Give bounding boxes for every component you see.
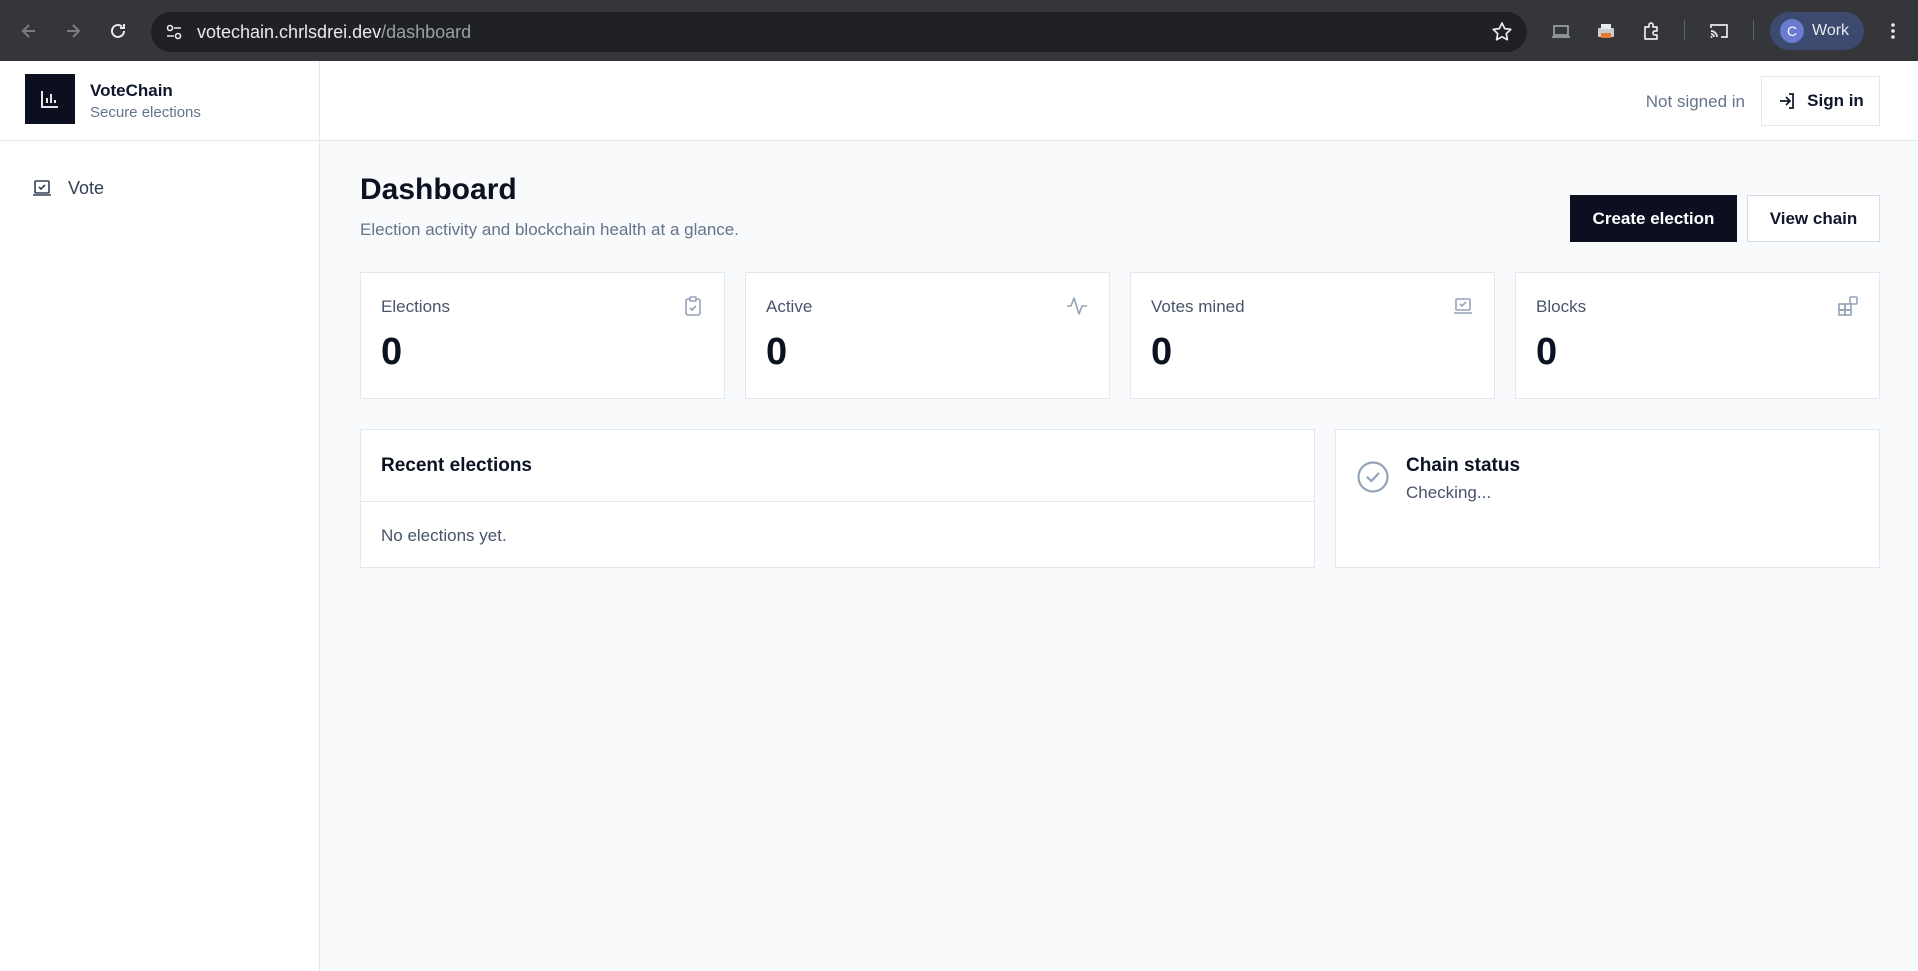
view-chain-button[interactable]: View chain: [1747, 195, 1880, 242]
profile-label: Work: [1812, 22, 1850, 39]
recent-elections-panel: Recent elections No elections yet.: [360, 429, 1315, 568]
device-icon[interactable]: [1543, 13, 1579, 49]
sign-in-button[interactable]: Sign in: [1761, 76, 1880, 126]
auth-status: Not signed in: [1645, 92, 1745, 111]
stat-card-active: Active 0: [745, 272, 1110, 399]
sidebar-item-label: Vote: [68, 177, 105, 198]
stat-value: 0: [1536, 331, 1558, 373]
create-election-button[interactable]: Create election: [1570, 195, 1737, 242]
page-title: Dashboard: [360, 173, 517, 206]
stat-label: Votes mined: [1151, 297, 1245, 316]
forward-icon[interactable]: [55, 13, 91, 49]
chain-status-text: Checking...: [1406, 483, 1492, 502]
empty-state-text: No elections yet.: [381, 526, 507, 545]
chain-status-panel: Chain status Checking...: [1335, 429, 1880, 568]
extensions-puzzle-icon[interactable]: [1634, 13, 1670, 49]
toolbar-divider: [1684, 20, 1685, 40]
stat-label: Blocks: [1536, 297, 1587, 316]
panel-header: Recent elections: [361, 430, 1314, 502]
profile-avatar: C: [1780, 19, 1804, 43]
stat-label: Active: [766, 297, 813, 316]
address-bar[interactable]: votechain.chrlsdrei.dev/dashboard: [151, 12, 1527, 52]
bookmark-star-icon[interactable]: [1491, 21, 1513, 48]
brand[interactable]: VoteChain Secure elections: [0, 61, 319, 141]
stat-value: 0: [381, 331, 403, 373]
stat-value: 0: [1151, 331, 1173, 373]
chain-status-title: Chain status: [1406, 455, 1521, 476]
check-circle-icon: [1356, 460, 1390, 494]
site-settings-icon[interactable]: [163, 21, 185, 43]
back-icon[interactable]: [11, 13, 47, 49]
stat-card-votes-mined: Votes mined 0: [1130, 272, 1495, 399]
stat-value: 0: [766, 331, 788, 373]
top-bar: Not signed in Sign in: [320, 61, 1918, 141]
stat-card-elections: Elections 0: [360, 272, 725, 399]
url-text: votechain.chrlsdrei.dev/dashboard: [197, 22, 471, 43]
sidebar-item-vote[interactable]: Vote: [20, 168, 300, 208]
browser-toolbar: votechain.chrlsdrei.dev/dashboard C Work: [0, 0, 1918, 61]
sidebar: VoteChain Secure elections Vote: [0, 61, 320, 971]
profile-chip[interactable]: C Work: [1770, 12, 1864, 50]
sign-in-label: Sign in: [1807, 91, 1864, 110]
stat-label: Elections: [381, 297, 450, 316]
toolbar-divider: [1753, 20, 1754, 40]
kebab-menu-icon[interactable]: [1875, 13, 1911, 49]
panel-title: Recent elections: [381, 455, 532, 476]
page-subtitle: Election activity and blockchain health …: [360, 220, 739, 239]
vote-check-icon: [1452, 295, 1474, 317]
brand-name: VoteChain: [90, 81, 173, 100]
activity-icon: [1065, 295, 1089, 317]
extension-printer-icon[interactable]: [1588, 13, 1624, 49]
bar-chart-logo-icon: [25, 74, 75, 124]
sign-in-icon: [1777, 91, 1797, 111]
reload-icon[interactable]: [100, 13, 136, 49]
url-host: votechain.chrlsdrei.dev: [197, 22, 382, 42]
clipboard-check-icon: [682, 295, 704, 317]
vote-check-icon: [30, 176, 54, 200]
url-path: /dashboard: [381, 22, 472, 42]
brand-tagline: Secure elections: [90, 104, 201, 121]
stat-card-blocks: Blocks 0: [1515, 272, 1880, 399]
cast-icon[interactable]: [1701, 13, 1737, 49]
blocks-icon: [1837, 295, 1859, 317]
